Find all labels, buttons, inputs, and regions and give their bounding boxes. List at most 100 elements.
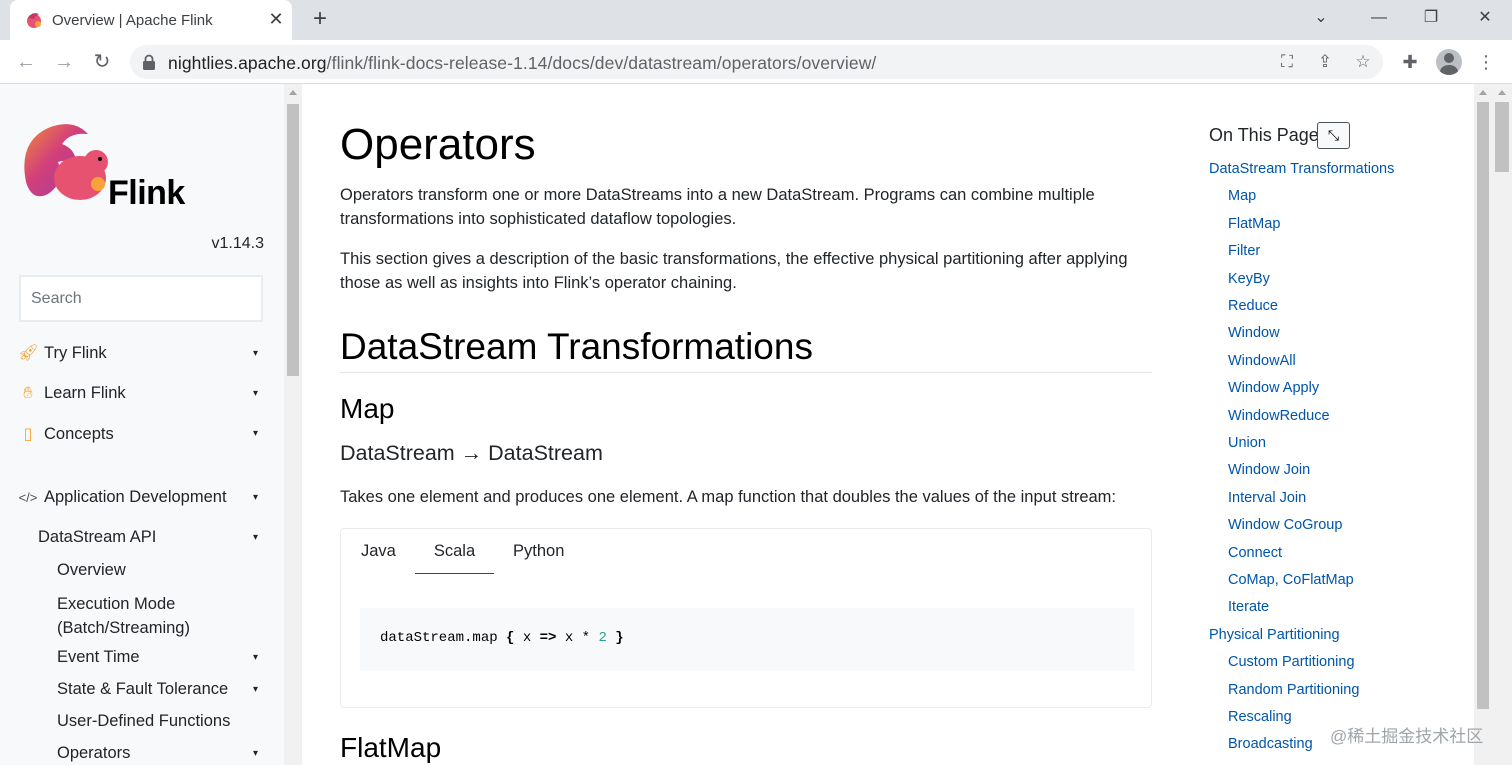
sidebar-scrollbar[interactable] <box>284 84 302 765</box>
hand-icon: ✋︎ <box>23 384 33 402</box>
toc-link[interactable]: Filter <box>1228 243 1260 259</box>
lock-icon <box>143 54 155 70</box>
toc-link[interactable]: Custom Partitioning <box>1228 654 1355 670</box>
sidebar-item-label: Try Flink <box>44 344 107 362</box>
scroll-up-arrow-icon[interactable] <box>289 90 297 95</box>
sidebar-item-overview[interactable]: Overview <box>57 561 126 580</box>
tab-close-icon[interactable]: ✕ <box>266 9 286 29</box>
sidebar-item-event-time[interactable]: Event Time <box>57 648 140 667</box>
intro-paragraph-2: This section gives a description of the … <box>340 250 1128 292</box>
sidebar-item-application-development[interactable]: </> Application Development <box>18 488 227 507</box>
toc-link[interactable]: Interval Join <box>1228 490 1306 506</box>
reload-icon[interactable]: ↻ <box>88 48 116 76</box>
chevron-down-icon[interactable]: ▾ <box>253 652 258 663</box>
sidebar-item-learn-flink[interactable]: ✋︎ Learn Flink <box>18 384 126 403</box>
tab-java[interactable]: Java <box>361 542 396 573</box>
sidebar-item-user-defined-functions[interactable]: User-Defined Functions <box>57 712 230 731</box>
close-window-icon[interactable]: ✕ <box>1470 6 1500 32</box>
toc-link[interactable]: Random Partitioning <box>1228 682 1359 698</box>
sidebar-item-label: Event Time <box>57 648 140 666</box>
toc-link[interactable]: Window Apply <box>1228 380 1319 396</box>
tab-python[interactable]: Python <box>513 542 564 573</box>
code-token: x * <box>556 630 599 646</box>
toc-link[interactable]: Rescaling <box>1228 709 1292 725</box>
search-input[interactable] <box>19 275 263 322</box>
watermark: @稀土掘金技术社区 <box>1330 727 1484 746</box>
sidebar-item-datastream-api[interactable]: DataStream API <box>38 528 156 547</box>
content-scrollbar[interactable] <box>1474 84 1492 765</box>
toc-link[interactable]: FlatMap <box>1228 216 1280 232</box>
compress-icon[interactable]: ⤡ <box>1317 122 1350 149</box>
toc-link[interactable]: DataStream Transformations <box>1209 161 1394 177</box>
toc-link[interactable]: Broadcasting <box>1228 736 1313 752</box>
toc-link[interactable]: Reduce <box>1228 298 1278 314</box>
sidebar-item-concepts[interactable]: ▯ Concepts <box>18 424 114 444</box>
toc-link[interactable]: WindowAll <box>1228 353 1296 369</box>
browser-toolbar: ← → ↻ nightlies.apache.org/flink/flink-d… <box>0 40 1512 84</box>
share-icon[interactable]: ⇪ <box>1314 51 1336 73</box>
chevron-down-icon[interactable]: ▾ <box>253 388 258 399</box>
translate-icon[interactable]: ⛶ <box>1276 51 1298 73</box>
chevron-down-icon[interactable]: ▾ <box>253 428 258 439</box>
chevron-down-icon[interactable]: ▾ <box>253 492 258 503</box>
forward-arrow-icon[interactable]: → <box>50 48 78 76</box>
chevron-down-icon[interactable]: ▾ <box>253 684 258 695</box>
chevron-down-icon[interactable]: ▾ <box>253 348 258 359</box>
flink-favicon-icon <box>27 13 41 28</box>
logo-text: Flink <box>108 174 185 212</box>
restore-icon[interactable]: ❐ <box>1416 6 1446 32</box>
scroll-up-arrow-icon[interactable] <box>1479 90 1487 95</box>
back-arrow-icon[interactable]: ← <box>12 48 40 76</box>
toc-link[interactable]: Physical Partitioning <box>1209 627 1340 643</box>
sidebar-item-label: Execution Mode <box>57 595 176 613</box>
toc-link[interactable]: CoMap, CoFlatMap <box>1228 572 1354 588</box>
extensions-icon[interactable]: ✚ <box>1398 50 1422 74</box>
sidebar-item-label-line2: (Batch/Streaming) <box>57 619 190 637</box>
browser-tab[interactable]: Overview | Apache Flink ✕ <box>10 0 292 40</box>
star-icon[interactable]: ☆ <box>1352 51 1374 73</box>
toc-link[interactable]: KeyBy <box>1228 271 1270 287</box>
sidebar-item-label: User-Defined Functions <box>57 712 231 730</box>
tab-title: Overview | Apache Flink <box>52 12 213 29</box>
kebab-menu-icon[interactable]: ⋮ <box>1474 50 1498 74</box>
toc-link[interactable]: Window CoGroup <box>1228 517 1342 533</box>
chevron-down-icon[interactable]: ▾ <box>253 532 258 543</box>
sidebar-item-state-fault-tolerance[interactable]: State & Fault Tolerance <box>57 680 228 699</box>
scrollbar-thumb[interactable] <box>1495 102 1509 172</box>
code-number: 2 <box>598 630 607 646</box>
toc-link[interactable]: Window Join <box>1228 462 1310 478</box>
chevron-down-icon[interactable]: ▾ <box>253 748 258 759</box>
toc-link[interactable]: Connect <box>1228 545 1282 561</box>
sidebar-item-label: DataStream API <box>38 528 157 546</box>
sidebar-item-try-flink[interactable]: 🚀︎ Try Flink <box>18 344 107 363</box>
sidebar-item-execution-mode[interactable]: Execution Mode (Batch/Streaming) <box>57 592 190 640</box>
rocket-icon: 🚀︎ <box>18 344 39 362</box>
section-heading-datastream-transformations: DataStream Transformations <box>340 326 1152 373</box>
sidebar-item-label: Learn Flink <box>44 384 126 402</box>
toc-link[interactable]: Map <box>1228 188 1256 204</box>
code-token: x <box>514 630 540 646</box>
code-token: => <box>539 630 557 646</box>
code-token: dataStream.map <box>380 630 507 646</box>
toc-link[interactable]: Union <box>1228 435 1266 451</box>
code-icon: </> <box>18 490 38 505</box>
scroll-up-arrow-icon[interactable] <box>1498 90 1506 95</box>
sidebar-item-operators[interactable]: Operators <box>57 744 130 763</box>
tab-scala[interactable]: Scala <box>415 542 494 574</box>
map-signature: DataStream → DataStream <box>340 441 603 465</box>
scrollbar-thumb[interactable] <box>287 104 299 376</box>
url-host: nightlies.apache.org <box>168 53 327 73</box>
address-bar[interactable]: nightlies.apache.org/flink/flink-docs-re… <box>130 45 1383 79</box>
sidebar-item-label: Operators <box>57 744 131 762</box>
tab-strip: Overview | Apache Flink ✕ + ⌄ — ❐ ✕ <box>0 0 1512 40</box>
toc-link[interactable]: Window <box>1228 325 1280 341</box>
profile-icon[interactable] <box>1436 49 1462 75</box>
toc-link[interactable]: WindowReduce <box>1228 408 1330 424</box>
scrollbar-thumb[interactable] <box>1477 102 1489 709</box>
new-tab-icon[interactable]: + <box>306 6 334 34</box>
minimize-icon[interactable]: — <box>1364 6 1394 32</box>
page-scrollbar[interactable] <box>1492 84 1512 765</box>
sidebar-item-label: Concepts <box>44 425 114 443</box>
tab-search-icon[interactable]: ⌄ <box>1306 6 1336 32</box>
toc-link[interactable]: Iterate <box>1228 599 1269 615</box>
